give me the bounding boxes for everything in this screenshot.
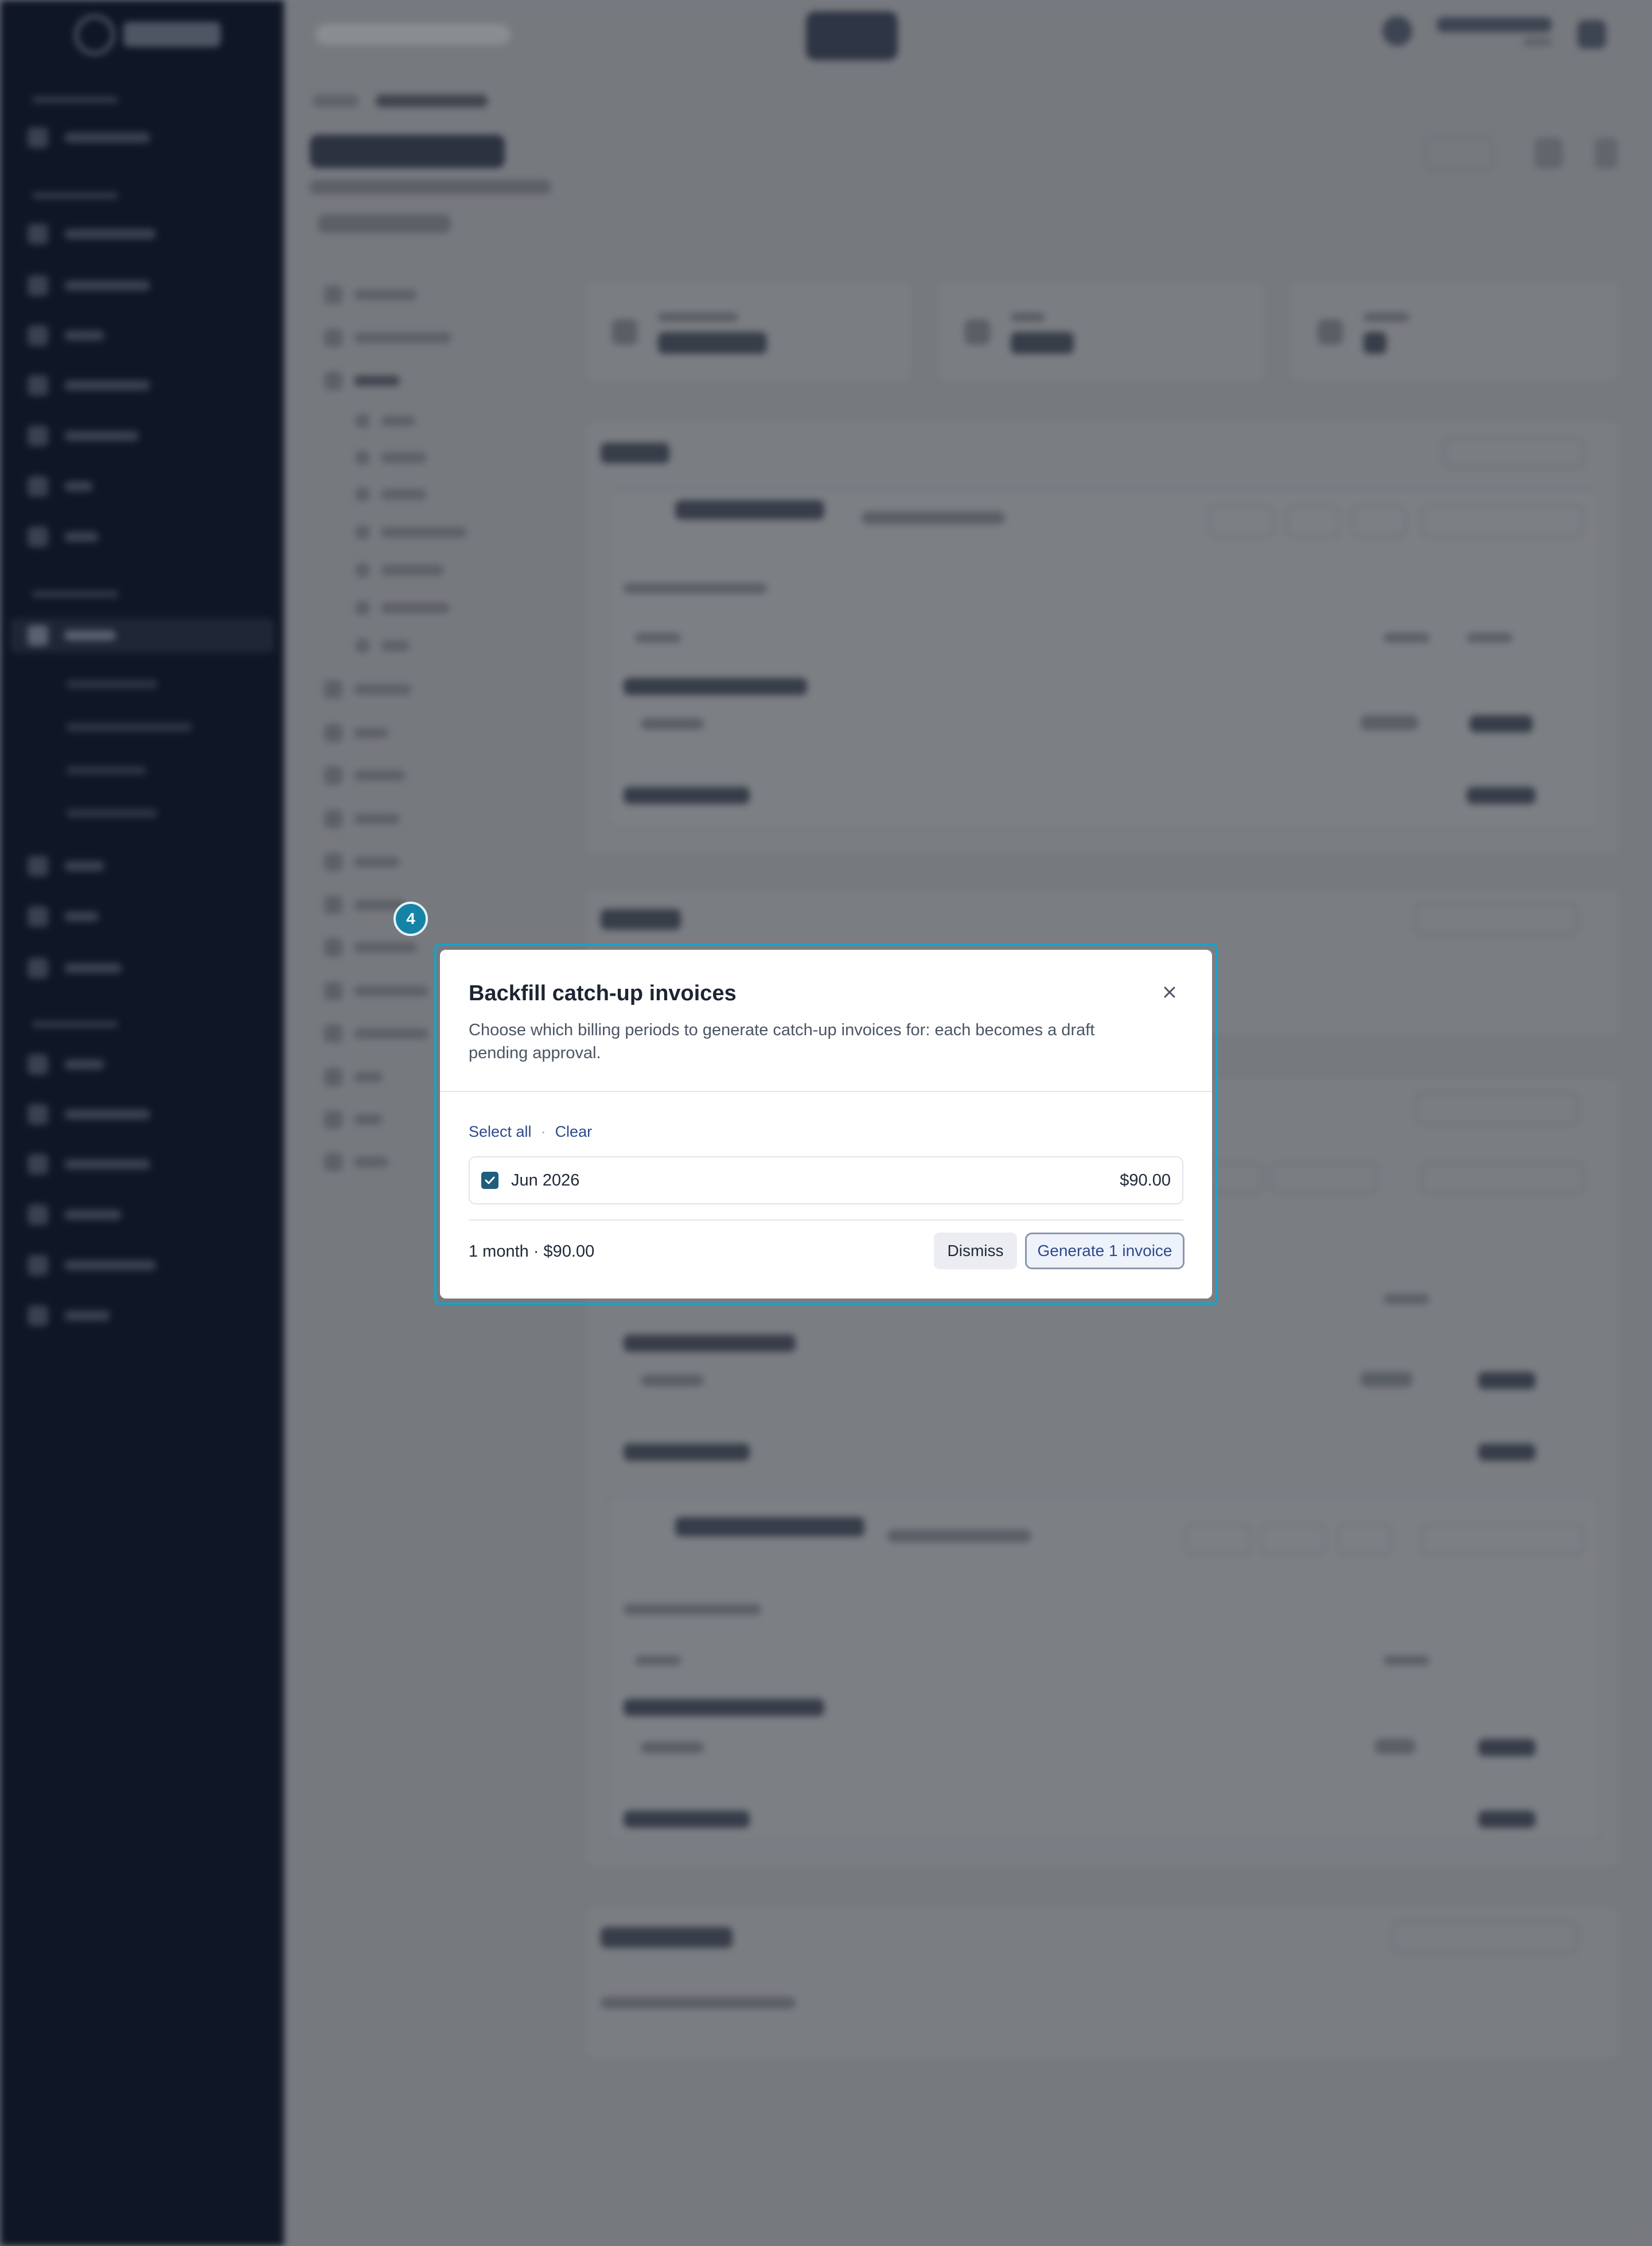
top-action-button[interactable] (806, 11, 898, 60)
subnav-item[interactable] (324, 286, 417, 304)
stat-card (1288, 278, 1623, 384)
sidebar-item[interactable] (28, 906, 99, 927)
sidebar-item[interactable] (28, 375, 150, 396)
separator: · (540, 1123, 546, 1140)
close-icon[interactable] (1157, 980, 1182, 1005)
subnav-item[interactable] (324, 680, 411, 699)
section-card (582, 419, 1623, 857)
subnav-item[interactable] (324, 329, 451, 347)
subnav-subitem[interactable] (356, 451, 427, 465)
subnav-item[interactable] (324, 724, 388, 742)
sidebar-section-header (32, 1021, 118, 1028)
select-all-link[interactable]: Select all (469, 1123, 532, 1141)
period-label: Jun 2026 (511, 1171, 580, 1190)
sidebar-item[interactable] (28, 275, 150, 296)
subnav-item[interactable] (324, 1068, 383, 1086)
sidebar-item[interactable] (28, 958, 122, 978)
period-amount: $90.00 (1120, 1171, 1171, 1190)
subnav-item[interactable] (324, 810, 400, 828)
selection-links: Select all · Clear (469, 1123, 592, 1141)
subnav-item[interactable] (324, 896, 406, 914)
checkmark-icon (485, 1176, 495, 1184)
step-badge: 4 (393, 902, 428, 936)
modal-description: Choose which billing periods to generate… (469, 1021, 1095, 1062)
sidebar-item[interactable] (28, 325, 104, 346)
sidebar-item[interactable] (28, 856, 104, 876)
stat-card (935, 278, 1267, 384)
sidebar-subitem[interactable] (66, 723, 192, 732)
menu-icon[interactable] (1595, 138, 1618, 169)
subnav-item[interactable] (324, 1024, 428, 1043)
sidebar-subitem[interactable] (66, 766, 146, 775)
subnav-subitem[interactable] (356, 601, 450, 615)
user-name (1437, 17, 1552, 32)
edit-button[interactable] (1425, 138, 1494, 171)
sidebar-subitem[interactable] (66, 680, 158, 689)
selection-summary: 1 month · $90.00 (469, 1242, 595, 1261)
clear-link[interactable]: Clear (555, 1123, 593, 1141)
section-card (582, 1904, 1623, 2061)
sidebar-item[interactable] (28, 476, 93, 497)
subnav-item[interactable] (324, 982, 428, 1000)
sidebar-section-header (32, 96, 118, 103)
sidebar-item[interactable] (28, 527, 99, 547)
sidebar-item[interactable] (28, 1305, 110, 1326)
page-title (310, 135, 505, 168)
subnav-item[interactable] (324, 372, 400, 390)
user-role (1523, 38, 1552, 46)
subnav-subitem[interactable] (356, 563, 444, 577)
sidebar-subitem[interactable] (66, 809, 158, 818)
sidebar-item[interactable] (28, 1104, 150, 1125)
sidebar-item[interactable] (28, 1154, 150, 1175)
search-input[interactable] (315, 24, 511, 45)
status-badge (318, 215, 450, 233)
logo-icon (75, 15, 115, 55)
sidebar-item[interactable] (28, 1204, 122, 1225)
subnav-item[interactable] (324, 1110, 383, 1129)
subnav-subitem[interactable] (356, 525, 467, 539)
sidebar-item[interactable] (28, 224, 156, 244)
stat-card (582, 278, 914, 384)
notification-icon[interactable] (1382, 16, 1412, 46)
period-checkbox[interactable] (481, 1172, 498, 1189)
breadcrumb-current (376, 95, 488, 107)
more-icon[interactable] (1534, 138, 1563, 169)
sidebar-item[interactable] (28, 1255, 156, 1276)
subnav-item[interactable] (324, 766, 406, 785)
subnav-subitem[interactable] (356, 488, 427, 501)
sidebar-item[interactable] (28, 1054, 104, 1075)
backfill-modal: Backfill catch-up invoices Choose which … (440, 950, 1212, 1299)
dismiss-button[interactable]: Dismiss (934, 1233, 1017, 1269)
sidebar-item[interactable] (28, 127, 150, 148)
subnav-subitem[interactable] (356, 639, 410, 653)
modal-title: Backfill catch-up invoices (469, 981, 737, 1005)
divider (469, 1219, 1183, 1221)
avatar[interactable] (1577, 20, 1606, 49)
period-row[interactable]: Jun 2026 $90.00 (469, 1156, 1183, 1204)
page-subtitle (310, 180, 551, 194)
subnav-item[interactable] (324, 1153, 388, 1171)
sidebar-section-header (32, 192, 118, 199)
logo-wordmark (123, 22, 221, 47)
sidebar (0, 0, 284, 2246)
subnav-item[interactable] (324, 853, 400, 871)
breadcrumb[interactable] (313, 95, 359, 107)
modal-header: Backfill catch-up invoices Choose which … (469, 981, 1146, 1064)
subnav-subitem[interactable] (356, 414, 415, 428)
sidebar-section-header (32, 591, 118, 598)
subnav-item[interactable] (324, 938, 417, 957)
sidebar-item-active[interactable] (28, 625, 116, 646)
generate-invoice-button[interactable]: Generate 1 invoice (1025, 1233, 1185, 1269)
sidebar-item[interactable] (28, 426, 139, 446)
divider (440, 1091, 1212, 1092)
